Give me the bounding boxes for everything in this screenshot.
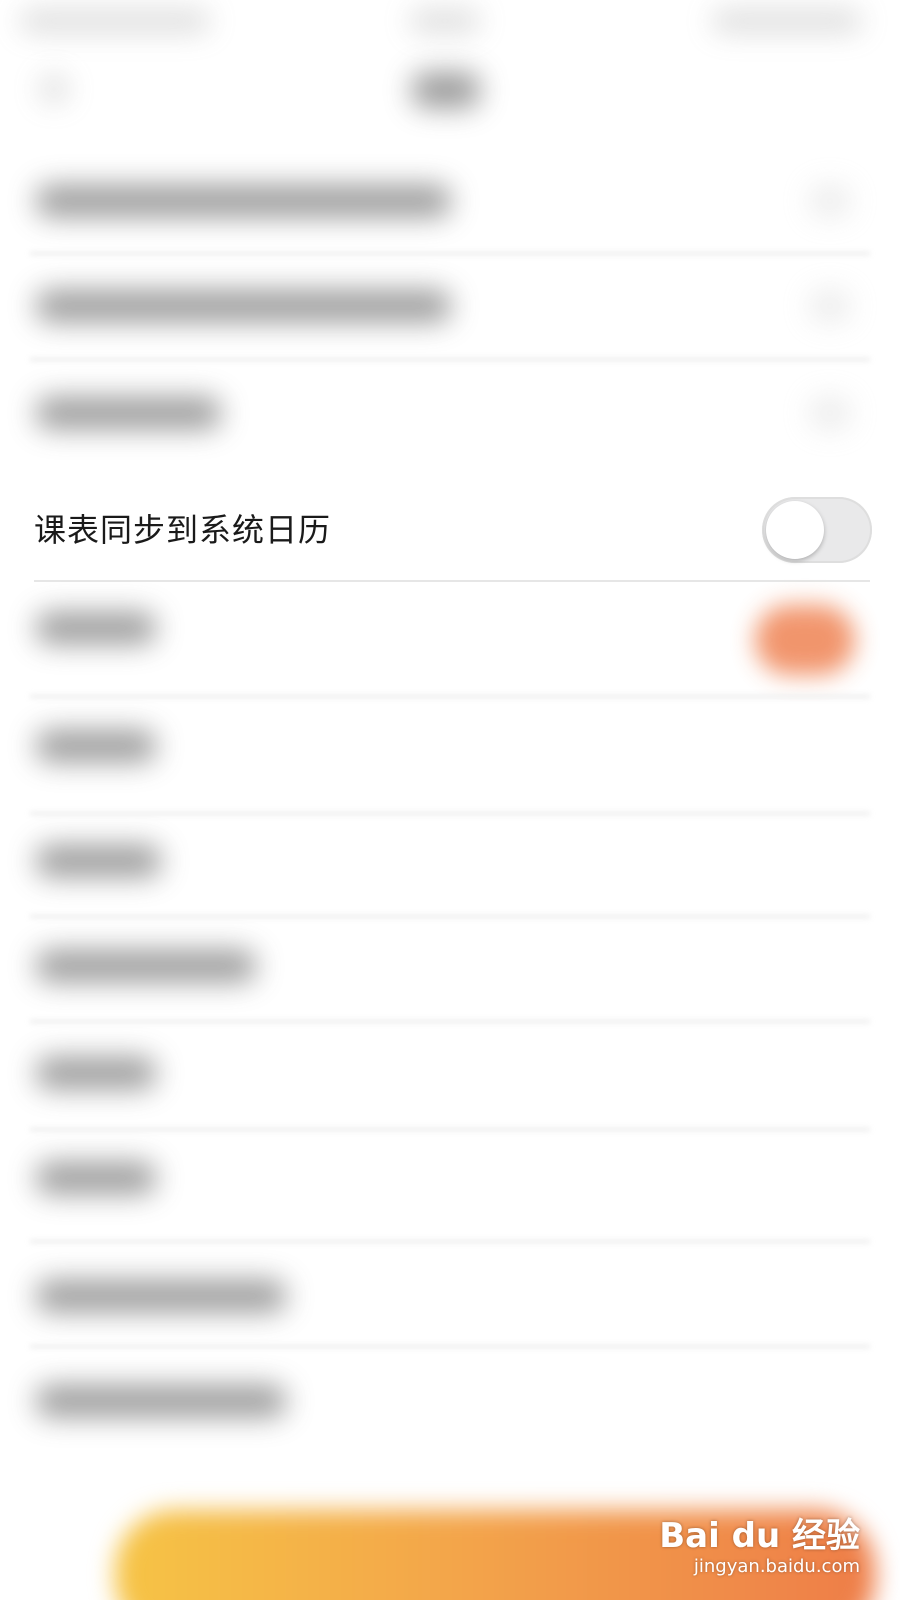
back-icon[interactable] xyxy=(40,75,68,103)
calendar-sync-toggle[interactable] xyxy=(762,497,872,563)
settings-row-blurred-9[interactable] xyxy=(36,1162,156,1194)
settings-row-blurred-3[interactable] xyxy=(36,397,221,429)
baidu-jingyan-watermark: Bai du 经验 jingyan.baidu.com xyxy=(659,1516,860,1578)
toggle-knob xyxy=(766,501,824,559)
watermark-url: jingyan.baidu.com xyxy=(693,1556,860,1577)
settings-row-blurred-4[interactable] xyxy=(36,612,156,644)
settings-row-blurred-10[interactable] xyxy=(36,1280,286,1312)
watermark-logo: Bai du 经验 xyxy=(659,1516,860,1556)
settings-row-blurred-8[interactable] xyxy=(36,1057,156,1089)
row-divider xyxy=(30,812,870,815)
status-bar-left xyxy=(20,10,210,32)
calendar-sync-label: 课表同步到系统日历 xyxy=(34,511,332,549)
chevron-icon xyxy=(810,185,850,217)
settings-row-blurred-1[interactable] xyxy=(36,185,451,217)
page-title xyxy=(412,72,480,108)
settings-row-blurred-2[interactable] xyxy=(36,290,451,322)
row-divider xyxy=(30,1128,870,1131)
settings-screen: 课表同步到系统日历 Bai du 经验 jingyan.baidu.com xyxy=(0,0,900,1600)
row-divider xyxy=(30,1240,870,1243)
row-divider xyxy=(30,358,870,361)
chevron-icon xyxy=(810,397,850,429)
chevron-icon xyxy=(810,290,850,322)
row-divider xyxy=(30,1345,870,1348)
row-divider xyxy=(30,695,870,698)
status-bar-right xyxy=(712,10,862,32)
settings-row-blurred-5[interactable] xyxy=(36,730,156,762)
calendar-sync-row: 课表同步到系统日历 xyxy=(0,478,900,582)
settings-row-blurred-7[interactable] xyxy=(36,950,256,982)
row-divider xyxy=(30,252,870,255)
theme-color-badge[interactable] xyxy=(755,605,855,675)
settings-row-blurred-6[interactable] xyxy=(36,845,161,877)
row-divider xyxy=(30,915,870,918)
settings-row-blurred-11[interactable] xyxy=(36,1385,286,1417)
status-bar-time xyxy=(410,10,480,32)
row-divider xyxy=(30,1020,870,1023)
row-divider xyxy=(34,580,870,582)
